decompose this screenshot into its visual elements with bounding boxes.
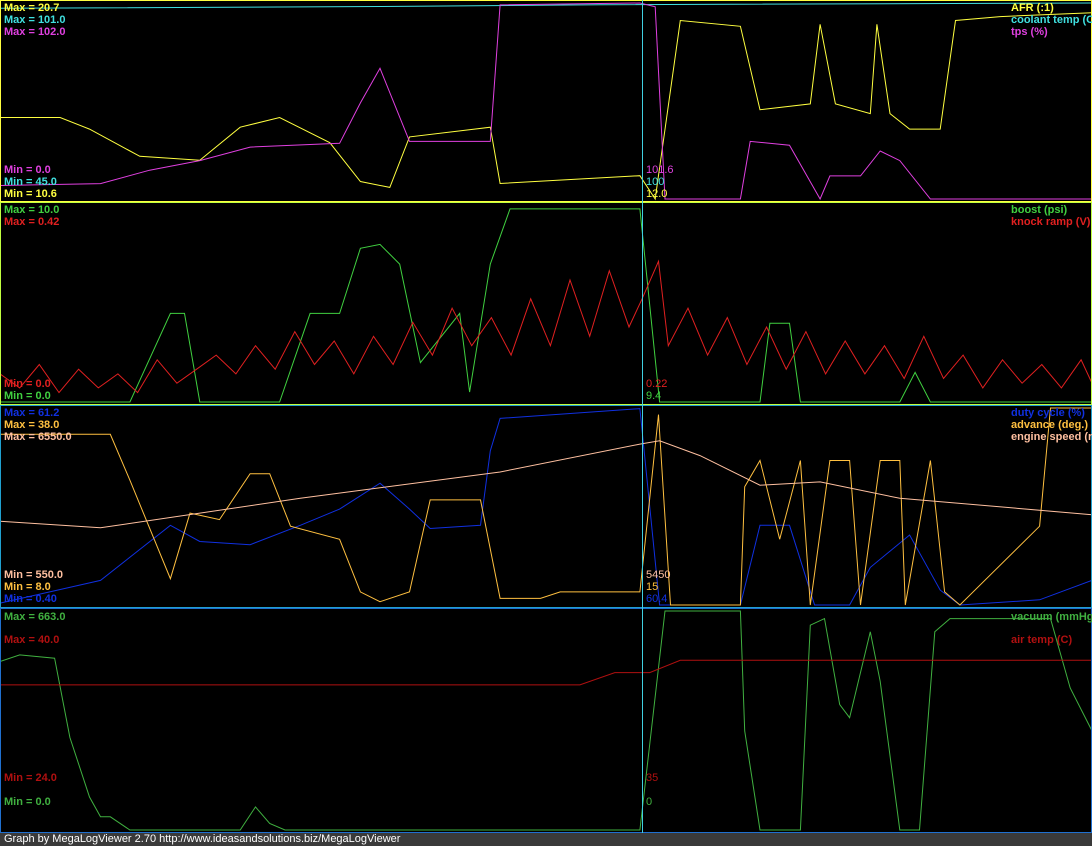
max-prefix: Max =	[4, 419, 38, 431]
max-value: 38.0	[37, 419, 60, 431]
footer-credit: Graph by MegaLogViewer 2.70 http://www.i…	[0, 833, 1092, 846]
max-prefix: Max =	[4, 2, 38, 14]
max-value: 10.0	[37, 204, 60, 216]
max-prefix: Max =	[4, 407, 38, 419]
min-value: 550.0	[35, 569, 64, 581]
min-prefix: Min =	[4, 378, 36, 390]
min-label: Min = 8.0	[4, 581, 51, 593]
min-value: 0.0	[35, 164, 51, 176]
min-value: 0.0	[35, 796, 51, 808]
max-label: Max = 38.0	[4, 419, 59, 431]
max-value: 0.42	[37, 216, 60, 228]
min-label: Min = 24.0	[4, 772, 57, 784]
min-value: 10.6	[35, 188, 57, 200]
series-name: vacuum (mmHg)	[1011, 611, 1092, 623]
series-name: coolant temp (C)	[1011, 14, 1092, 26]
series-name: AFR (:1)	[1011, 2, 1054, 14]
series-name: duty cycle (%)	[1011, 407, 1085, 419]
min-label: Min = 10.6	[4, 188, 57, 200]
min-value: 45.0	[35, 176, 57, 188]
min-prefix: Min =	[4, 772, 36, 784]
min-label: Min = 0.0	[4, 390, 51, 402]
series-name: engine speed (rpm)	[1011, 431, 1092, 443]
cursor-value: 35	[646, 772, 659, 784]
graph-panel-4	[0, 608, 1092, 833]
min-value: 0.0	[35, 390, 51, 402]
max-value: 40.0	[37, 634, 60, 646]
max-prefix: Max =	[4, 611, 38, 623]
time-cursor-line[interactable]	[642, 0, 643, 833]
cursor-value: 12.0	[646, 188, 668, 200]
min-prefix: Min =	[4, 796, 36, 808]
min-label: Min = 550.0	[4, 569, 63, 581]
max-prefix: Max =	[4, 216, 38, 228]
max-prefix: Max =	[4, 26, 38, 38]
max-label: Max = 0.42	[4, 216, 59, 228]
max-value: 663.0	[37, 611, 66, 623]
series-name: knock ramp (V)	[1011, 216, 1091, 228]
min-prefix: Min =	[4, 569, 36, 581]
max-label: Max = 20.7	[4, 2, 59, 14]
min-prefix: Min =	[4, 188, 36, 200]
graph-panel-3	[0, 405, 1092, 608]
series-name: tps (%)	[1011, 26, 1048, 38]
min-value: 0.40	[35, 593, 57, 605]
min-value: 24.0	[35, 772, 57, 784]
cursor-value: 100	[646, 176, 665, 188]
min-label: Min = 0.40	[4, 593, 57, 605]
megalogviewer-graph[interactable]: Max = 20.7 Min = 10.6 12.0 AFR (:1) Max = 10…	[0, 0, 1092, 833]
max-label: Max = 40.0	[4, 634, 59, 646]
max-value: 20.7	[37, 2, 60, 14]
min-prefix: Min =	[4, 581, 36, 593]
cursor-value: 9.4	[646, 390, 662, 402]
cursor-value: 101.6	[646, 164, 674, 176]
cursor-value: 0.22	[646, 378, 668, 390]
min-label: Min = 45.0	[4, 176, 57, 188]
min-label: Min = 0.0	[4, 164, 51, 176]
max-value: 61.2	[37, 407, 60, 419]
max-label: Max = 101.0	[4, 14, 65, 26]
series-name: boost (psi)	[1011, 204, 1068, 216]
min-label: Min = 0.0	[4, 378, 51, 390]
series-name: advance (deg.)	[1011, 419, 1089, 431]
max-prefix: Max =	[4, 634, 38, 646]
max-value: 101.0	[37, 14, 66, 26]
max-label: Max = 61.2	[4, 407, 59, 419]
max-label: Max = 663.0	[4, 611, 65, 623]
graph-panel-1	[0, 0, 1092, 202]
max-label: Max = 102.0	[4, 26, 65, 38]
min-prefix: Min =	[4, 164, 36, 176]
max-prefix: Max =	[4, 204, 38, 216]
max-label: Max = 6550.0	[4, 431, 72, 443]
cursor-value: 15	[646, 581, 659, 593]
min-prefix: Min =	[4, 390, 36, 402]
min-value: 8.0	[35, 581, 51, 593]
min-value: 0.0	[35, 378, 51, 390]
min-label: Min = 0.0	[4, 796, 51, 808]
series-name: air temp (C)	[1011, 634, 1073, 646]
cursor-value: 60.4	[646, 593, 668, 605]
graph-panel-2	[0, 202, 1092, 405]
cursor-value: 0	[646, 796, 653, 808]
cursor-value: 5450	[646, 569, 671, 581]
max-label: Max = 10.0	[4, 204, 59, 216]
max-prefix: Max =	[4, 431, 38, 443]
max-prefix: Max =	[4, 14, 38, 26]
min-prefix: Min =	[4, 176, 36, 188]
max-value: 6550.0	[37, 431, 72, 443]
max-value: 102.0	[37, 26, 66, 38]
min-prefix: Min =	[4, 593, 36, 605]
